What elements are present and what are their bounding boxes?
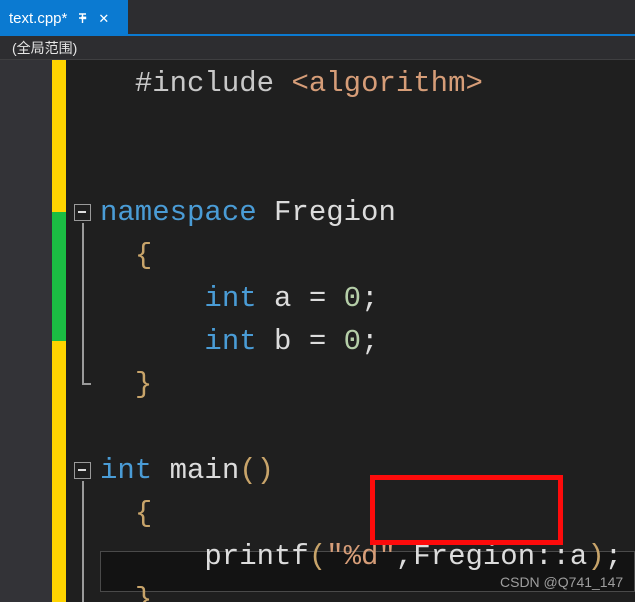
- selection-margin: [0, 60, 52, 602]
- code-token: a: [256, 282, 309, 315]
- pin-icon[interactable]: [76, 12, 89, 25]
- code-token: }: [134, 368, 153, 401]
- scope-dropdown-label[interactable]: (全局范围): [0, 38, 77, 58]
- code-token: {: [134, 497, 153, 530]
- code-token: int: [204, 282, 257, 315]
- code-line[interactable]: }: [100, 578, 152, 602]
- code-line[interactable]: {: [100, 234, 152, 277]
- navigation-bar: (全局范围): [0, 36, 635, 60]
- code-token: {: [134, 239, 153, 272]
- code-token: ): [587, 540, 605, 573]
- outlining-guide-line: [81, 481, 84, 602]
- code-token: main: [152, 454, 240, 487]
- code-line[interactable]: [100, 105, 135, 148]
- code-line[interactable]: int b = 0;: [100, 320, 378, 363]
- close-icon[interactable]: ✕: [98, 12, 109, 25]
- code-line[interactable]: namespace Fregion: [100, 191, 396, 234]
- change-marker-saved: [52, 212, 66, 341]
- outlining-guide-foot: [81, 383, 91, 385]
- code-token: }: [134, 583, 153, 602]
- code-token: (): [239, 454, 275, 487]
- code-line[interactable]: {: [100, 492, 152, 535]
- code-line[interactable]: [100, 148, 135, 191]
- tab-title: text.cpp*: [9, 9, 68, 27]
- code-token: Fregion: [274, 196, 396, 229]
- code-token: Fregion::a: [413, 540, 588, 573]
- watermark-text: CSDN @Q741_147: [500, 574, 624, 590]
- code-token: (: [308, 540, 327, 573]
- code-token: <algorithm>: [291, 67, 483, 100]
- collapse-region-icon[interactable]: [74, 204, 91, 221]
- code-token: printf: [204, 540, 309, 573]
- code-token: #include: [134, 67, 292, 100]
- code-token: int: [100, 454, 153, 487]
- change-marker-unsaved: [52, 60, 66, 212]
- code-token: ;: [604, 540, 623, 573]
- code-line[interactable]: }: [100, 363, 152, 406]
- code-surface[interactable]: #include <algorithm> namespace Fregion {…: [66, 60, 635, 602]
- code-token: ,: [395, 540, 414, 573]
- code-token: b: [256, 325, 309, 358]
- code-token: =: [308, 282, 344, 315]
- collapse-region-icon[interactable]: [74, 462, 91, 479]
- tab-text-cpp[interactable]: text.cpp* ✕: [0, 0, 128, 36]
- outlining-guide-line: [81, 223, 84, 383]
- change-tracking-margin: [52, 60, 66, 602]
- code-editor[interactable]: #include <algorithm> namespace Fregion {…: [0, 60, 635, 602]
- code-line[interactable]: int a = 0;: [100, 277, 378, 320]
- code-line[interactable]: printf("%d",Fregion::a);: [100, 535, 622, 578]
- code-token: ;: [361, 325, 379, 358]
- code-token: =: [308, 325, 344, 358]
- code-token: namespace: [100, 196, 275, 229]
- tab-strip: text.cpp* ✕: [0, 0, 635, 36]
- code-line[interactable]: [100, 406, 135, 449]
- code-token: "%d": [326, 540, 396, 573]
- code-line[interactable]: int main(): [100, 449, 274, 492]
- code-token: 0: [343, 282, 362, 315]
- code-line[interactable]: #include <algorithm>: [100, 62, 483, 105]
- code-token: ;: [361, 282, 379, 315]
- change-marker-unsaved: [52, 341, 66, 602]
- code-token: 0: [343, 325, 362, 358]
- code-token: int: [204, 325, 257, 358]
